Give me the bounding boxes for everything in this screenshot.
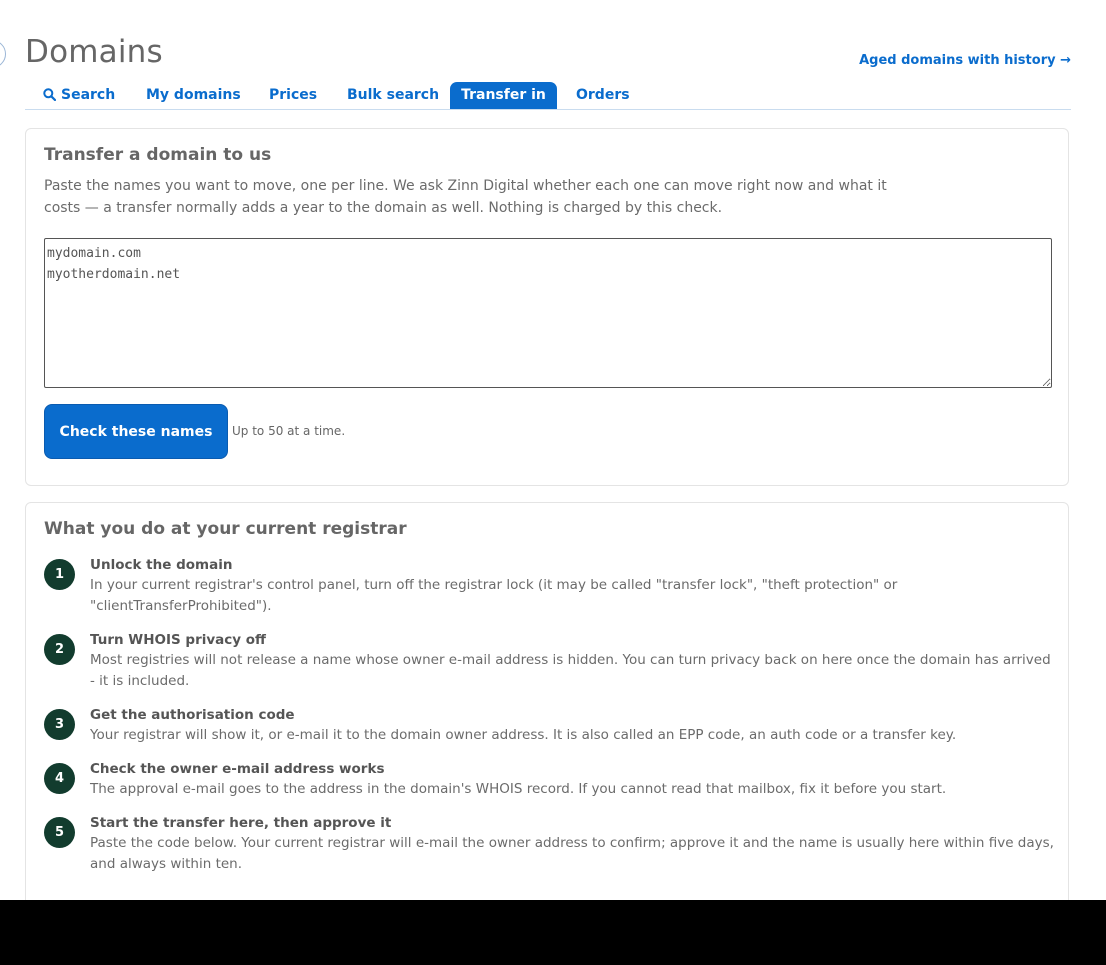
step-title: Get the authorisation code: [90, 707, 295, 723]
tab-bulk-search[interactable]: Bulk search: [347, 82, 439, 109]
transfer-card: Transfer a domain to us Paste the names …: [25, 128, 1069, 486]
search-icon: [43, 88, 57, 102]
tab-transfer-in-label: Transfer in: [461, 87, 546, 103]
tab-my-domains-label: My domains: [146, 87, 241, 103]
step-title: Turn WHOIS privacy off: [90, 632, 266, 648]
tab-search[interactable]: Search: [43, 82, 115, 109]
step-title: Check the owner e-mail address works: [90, 761, 385, 777]
page-viewport: Domains Aged domains with history → Sear…: [0, 0, 1106, 900]
tab-transfer-in[interactable]: Transfer in: [450, 82, 557, 109]
transfer-card-title: Transfer a domain to us: [44, 145, 272, 165]
step-title: Start the transfer here, then approve it: [90, 815, 392, 831]
step-text: In your current registrar's control pane…: [90, 577, 898, 614]
check-limit-note: Up to 50 at a time.: [232, 424, 346, 438]
step-text: Paste the code below. Your current regis…: [90, 835, 1054, 872]
step-item: 3 Get the authorisation code Your regist…: [44, 705, 1054, 746]
step-number-badge: 4: [44, 763, 75, 794]
registrar-steps-card: What you do at your current registrar 1 …: [25, 502, 1069, 900]
step-text: The approval e-mail goes to the address …: [90, 781, 947, 797]
tab-bulk-search-label: Bulk search: [347, 87, 440, 103]
domain-names-input[interactable]: mydomain.com myotherdomain.net: [44, 238, 1052, 388]
tab-orders-label: Orders: [576, 87, 630, 103]
page-title: Domains: [25, 34, 163, 70]
aged-domains-link[interactable]: Aged domains with history →: [859, 53, 1071, 68]
step-number-badge: 1: [44, 559, 75, 590]
step-item: 1 Unlock the domain In your current regi…: [44, 555, 1054, 617]
tab-prices[interactable]: Prices: [269, 82, 317, 109]
tab-my-domains[interactable]: My domains: [146, 82, 241, 109]
domain-tabs: Search My domains Prices Bulk search Tra…: [25, 82, 1071, 110]
registrar-card-title: What you do at your current registrar: [44, 519, 407, 539]
step-item: 2 Turn WHOIS privacy off Most registries…: [44, 630, 1054, 692]
step-item: 4 Check the owner e-mail address works T…: [44, 759, 1054, 800]
step-item: 5 Start the transfer here, then approve …: [44, 813, 1054, 875]
step-text: Your registrar will show it, or e-mail i…: [90, 727, 957, 743]
back-circle-icon[interactable]: [0, 40, 6, 68]
step-number-badge: 2: [44, 634, 75, 665]
registrar-steps-list: 1 Unlock the domain In your current regi…: [44, 555, 1054, 888]
tab-search-label: Search: [61, 87, 116, 103]
step-text: Most registries will not release a name …: [90, 652, 1051, 689]
tab-prices-label: Prices: [269, 87, 318, 103]
transfer-intro-text: Paste the names you want to move, one pe…: [44, 178, 887, 216]
step-number-badge: 5: [44, 817, 75, 848]
tab-orders[interactable]: Orders: [576, 82, 630, 109]
check-names-button[interactable]: Check these names: [44, 404, 228, 459]
step-number-badge: 3: [44, 709, 75, 740]
step-title: Unlock the domain: [90, 557, 233, 573]
